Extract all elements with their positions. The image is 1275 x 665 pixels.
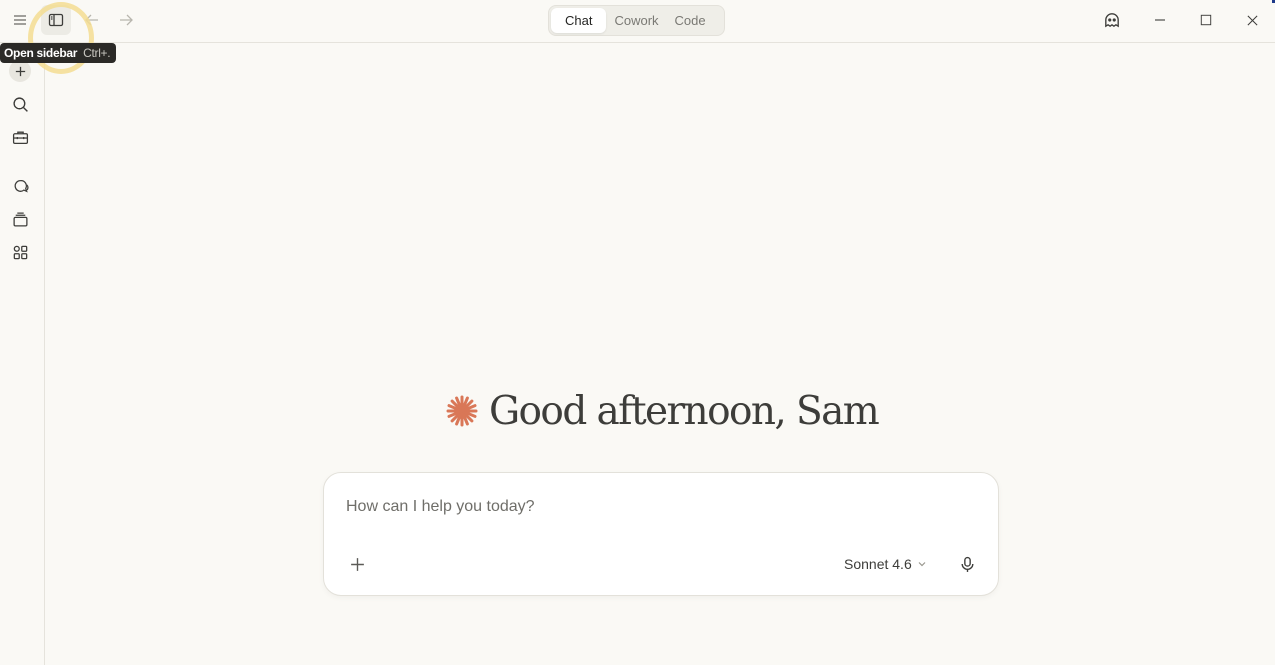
projects-button[interactable] [6, 205, 34, 233]
tooltip-label: Open sidebar [4, 46, 78, 60]
chats-icon [14, 179, 28, 192]
customize-button[interactable] [6, 123, 34, 151]
toolbox-icon [12, 131, 28, 144]
toggle-sidebar-button[interactable] [41, 5, 71, 35]
tooltip-shortcut: Ctrl+. [83, 46, 111, 60]
plus-icon [15, 66, 25, 76]
incognito-button[interactable] [1097, 5, 1127, 35]
tab-code[interactable]: Code [667, 8, 714, 33]
microphone-icon [960, 556, 974, 572]
sidebar-panel-icon [48, 13, 64, 27]
artifacts-icon [13, 245, 27, 259]
minimize-button[interactable] [1145, 5, 1175, 35]
tooltip: Open sidebar Ctrl+. [0, 43, 117, 63]
greeting-text: Good afternoon, Sam [489, 388, 880, 434]
claude-spark-icon [446, 395, 478, 427]
back-button[interactable] [77, 5, 107, 35]
minimize-icon [1155, 19, 1165, 21]
title-bar: Chat Cowork Code [0, 0, 1275, 43]
chevron-down-icon [918, 562, 926, 567]
maximize-icon [1200, 14, 1212, 26]
plus-icon [350, 557, 364, 571]
add-attachment-button[interactable] [344, 551, 370, 577]
artifacts-button[interactable] [6, 238, 34, 266]
menu-button[interactable] [5, 5, 35, 35]
arrow-right-icon [120, 14, 133, 26]
chats-button[interactable] [6, 172, 34, 200]
mode-switcher: Chat Cowork Code [548, 5, 725, 36]
tab-chat[interactable]: Chat [551, 8, 607, 33]
prompt-input[interactable] [346, 495, 966, 519]
maximize-button[interactable] [1191, 5, 1221, 35]
voice-input-button[interactable] [954, 551, 980, 577]
model-name: Sonnet 4.6 [844, 556, 912, 572]
new-chat-button[interactable] [9, 60, 31, 82]
arrow-left-icon [85, 14, 98, 26]
composer: Sonnet 4.6 [323, 472, 999, 596]
projects-icon [12, 211, 28, 227]
close-button[interactable] [1237, 5, 1267, 35]
hamburger-menu-icon [14, 15, 26, 25]
close-icon [1246, 14, 1258, 26]
collapsed-sidebar [0, 43, 45, 665]
search-button[interactable] [6, 90, 34, 118]
ghost-icon [1105, 13, 1119, 28]
greeting: Good afternoon, Sam [445, 388, 880, 434]
search-icon [12, 96, 28, 112]
tab-cowork[interactable]: Cowork [606, 8, 666, 33]
forward-button[interactable] [111, 5, 141, 35]
model-selector[interactable]: Sonnet 4.6 [844, 553, 927, 575]
